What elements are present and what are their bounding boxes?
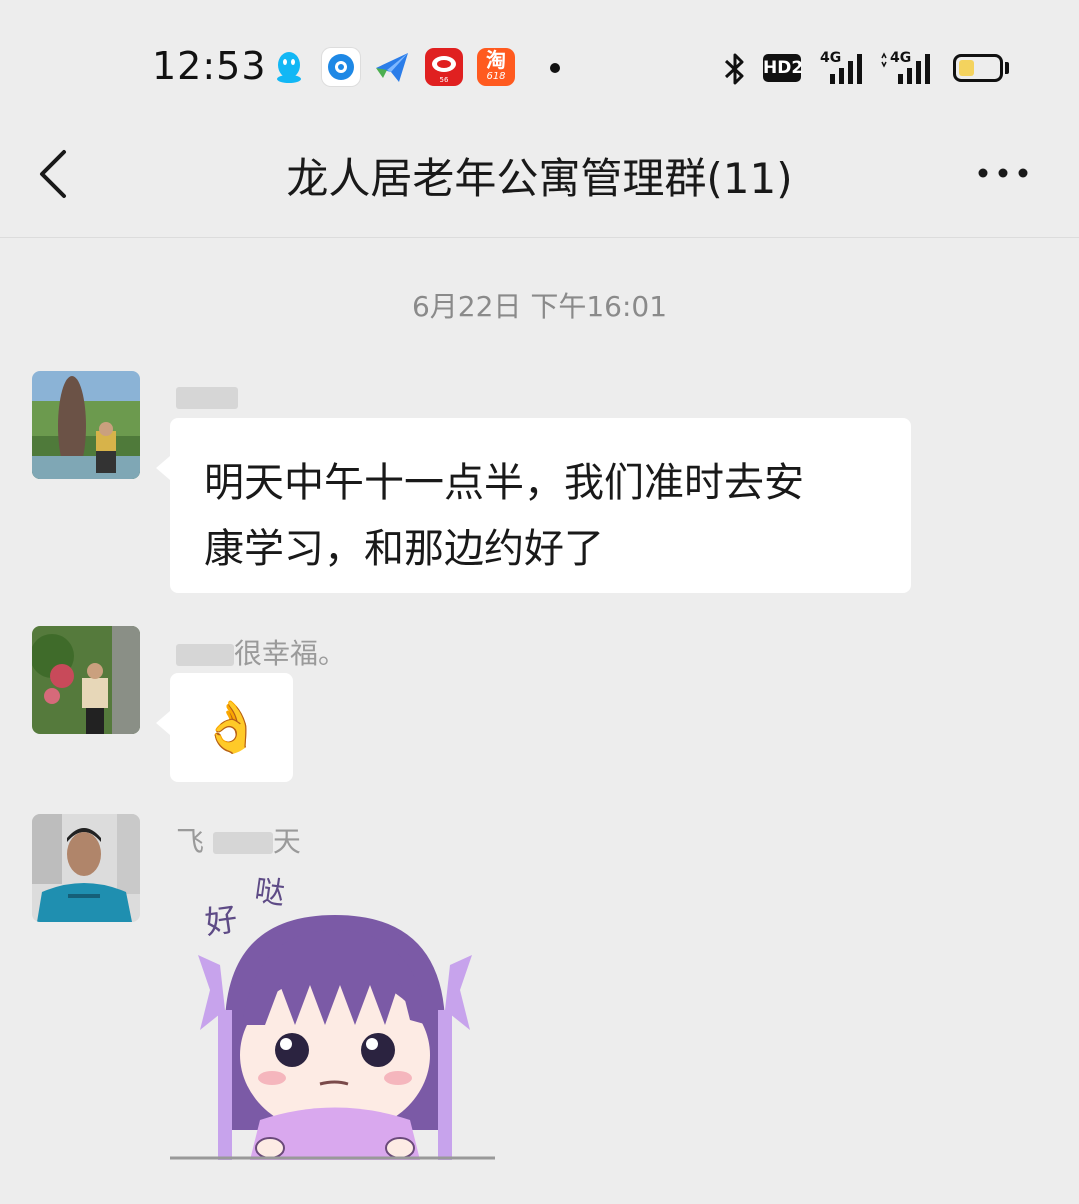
message-bubble[interactable]: 明天中午十一点半，我们准时去安 康学习，和那边约好了 [156, 418, 911, 593]
battery-icon [953, 54, 1003, 82]
bluetooth-icon [724, 53, 744, 85]
avatar[interactable] [32, 814, 140, 922]
redacted-name [176, 387, 238, 409]
svg-text:哒: 哒 [252, 873, 287, 912]
browser-icon [322, 48, 360, 86]
signal-icon [830, 54, 862, 84]
svg-text:56: 56 [440, 76, 449, 84]
qq-icon [277, 52, 301, 83]
signal-icon [881, 52, 930, 84]
redacted-name [176, 644, 234, 666]
send-icon [376, 53, 408, 82]
chat-timestamp: 6月22日 下午16:01 [411, 290, 668, 323]
redacted-name [212, 832, 273, 854]
sender-name: 很幸福。 [176, 632, 346, 672]
avatar[interactable] [32, 371, 140, 479]
avatar[interactable] [32, 626, 140, 734]
more-options-button[interactable] [968, 148, 1038, 198]
ok-hand-emoji: 👌 [200, 698, 263, 756]
sender-name [176, 380, 238, 413]
svg-text:好: 好 [203, 900, 240, 942]
message-text: 明天中午十一点半，我们准时去安 [204, 460, 804, 506]
message-bubble[interactable]: 👌 [156, 673, 293, 782]
notification-dot [550, 63, 560, 73]
chat-header: 龙人居老年公寓管理群(11) [0, 120, 1079, 238]
weibo-icon: 56 [425, 48, 463, 86]
status-bar: 12:53 56 淘 618 HD2 4G 4G [0, 0, 1079, 120]
chat-title: 龙人居老年公寓管理群(11) [286, 154, 793, 203]
hd-badge: HD2 [763, 54, 803, 82]
message-text: 康学习，和那边约好了 [204, 526, 604, 572]
sticker-message[interactable]: 好 哒 [170, 860, 500, 1170]
taobao-icon: 淘 618 [477, 48, 515, 86]
status-time: 12:53 [152, 44, 267, 88]
sender-name: 飞 天 [176, 825, 301, 858]
